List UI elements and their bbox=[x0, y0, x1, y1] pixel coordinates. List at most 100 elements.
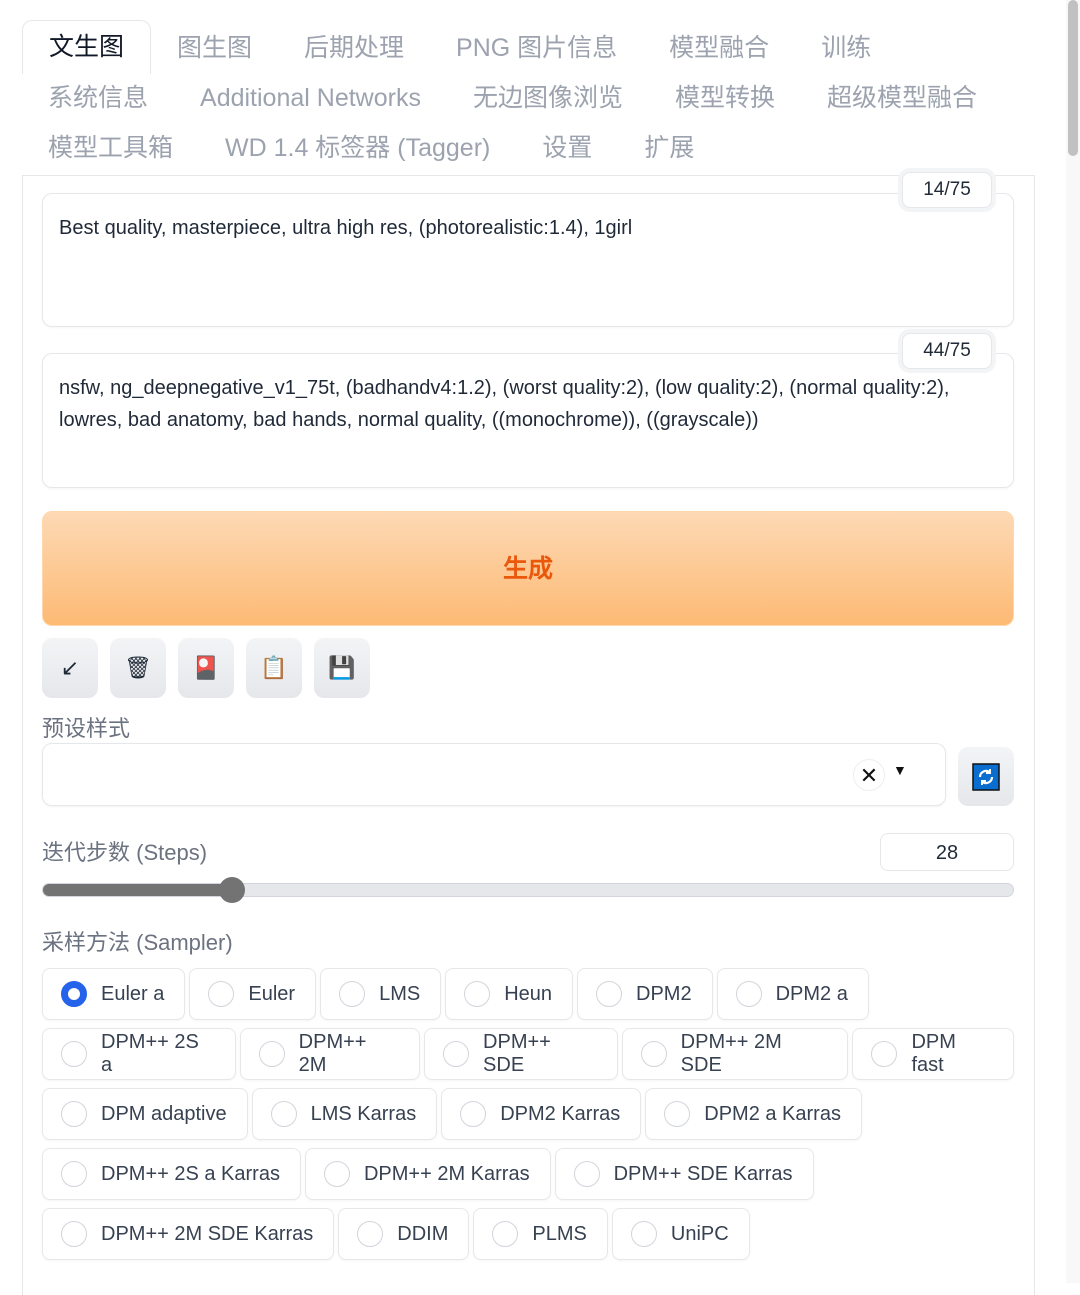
tab-0-1[interactable]: 图生图 bbox=[151, 22, 278, 72]
sampler-option[interactable]: DPM2 bbox=[577, 968, 713, 1020]
sampler-row: DPM adaptive LMS Karras DPM2 Karras DPM2 a … bbox=[42, 1088, 1014, 1140]
save-icon: 💾 bbox=[328, 655, 356, 680]
radio-icon[interactable] bbox=[61, 1041, 87, 1067]
tab-1-1[interactable]: Additional Networks bbox=[174, 72, 447, 122]
radio-icon[interactable] bbox=[460, 1101, 487, 1127]
tab-1-0[interactable]: 系统信息 bbox=[22, 72, 174, 122]
sampler-option[interactable]: DPM++ 2M bbox=[239, 1028, 421, 1080]
clipboard-button[interactable]: 📋 bbox=[246, 638, 302, 698]
radio-icon[interactable] bbox=[258, 1041, 285, 1067]
sampler-row: DPM++ 2M SDE Karras DDIM PLMS UniPC bbox=[42, 1208, 1014, 1260]
sampler-option[interactable]: DPM fast bbox=[852, 1028, 1014, 1080]
radio-icon[interactable] bbox=[573, 1161, 600, 1187]
radio-icon[interactable] bbox=[664, 1101, 691, 1127]
generate-button[interactable]: 生成 bbox=[42, 511, 1014, 626]
tab-1-3[interactable]: 模型转换 bbox=[649, 72, 801, 122]
radio-icon[interactable] bbox=[630, 1221, 657, 1247]
radio-icon[interactable] bbox=[61, 1221, 87, 1247]
tab-2-2[interactable]: 设置 bbox=[516, 122, 618, 172]
sampler-option[interactable]: DPM adaptive bbox=[42, 1088, 248, 1140]
styles-dropdown[interactable]: ✕ ▼ bbox=[42, 743, 946, 806]
steps-number-input[interactable]: 28 bbox=[880, 833, 1014, 871]
radio-icon[interactable] bbox=[871, 1041, 898, 1067]
sampler-option[interactable]: DDIM bbox=[338, 1208, 470, 1260]
red-card-icon: 🎴 bbox=[192, 655, 220, 680]
sampler-option-label: Euler a bbox=[101, 982, 165, 1005]
sampler-option-label: DPM++ 2S a Karras bbox=[101, 1162, 280, 1185]
steps-slider[interactable] bbox=[42, 877, 1014, 903]
sampler-option[interactable]: LMS bbox=[320, 968, 442, 1020]
sampler-option[interactable]: LMS Karras bbox=[251, 1088, 438, 1140]
sampler-option[interactable]: Heun bbox=[445, 968, 574, 1020]
sampler-option[interactable]: DPM++ 2S a Karras bbox=[42, 1148, 301, 1200]
trash-button[interactable]: 🗑 bbox=[110, 638, 166, 698]
sampler-option-label: DPM2 a bbox=[775, 982, 848, 1005]
radio-icon[interactable] bbox=[61, 1161, 87, 1187]
sampler-option-label: LMS bbox=[379, 982, 421, 1005]
sampler-option[interactable]: DPM++ 2S a bbox=[42, 1028, 236, 1080]
steps-slider-fill bbox=[43, 884, 232, 896]
sampler-option-label: DPM++ 2M Karras bbox=[363, 1162, 530, 1185]
radio-icon[interactable] bbox=[270, 1101, 297, 1127]
negative-prompt-input[interactable]: nsfw, ng_deepnegative_v1_75t, (badhandv4… bbox=[42, 353, 1014, 488]
tab-0-2[interactable]: 后期处理 bbox=[278, 22, 430, 72]
radio-icon[interactable] bbox=[339, 981, 366, 1007]
radio-icon[interactable] bbox=[443, 1041, 470, 1067]
trash-icon: 🗑 bbox=[124, 655, 152, 680]
sampler-option[interactable]: DPM++ SDE bbox=[424, 1028, 618, 1080]
tab-row: 文生图 图生图 后期处理 PNG 图片信息 模型融合 训练 bbox=[22, 20, 1032, 74]
sampler-option[interactable]: DPM2 a bbox=[716, 968, 869, 1020]
sampler-option-label: LMS Karras bbox=[310, 1102, 417, 1125]
radio-icon[interactable] bbox=[492, 1221, 519, 1247]
tab-2-3[interactable]: 扩展 bbox=[618, 122, 720, 172]
prompt-input[interactable]: Best quality, masterpiece, ultra high re… bbox=[42, 193, 1014, 327]
sampler-option[interactable]: DPM++ SDE Karras bbox=[554, 1148, 814, 1200]
chevron-down-icon[interactable]: ▼ bbox=[893, 762, 907, 778]
steps-slider-thumb[interactable] bbox=[218, 877, 245, 903]
sampler-option[interactable]: DPM++ 2M Karras bbox=[304, 1148, 551, 1200]
tab-bar: 文生图 图生图 后期处理 PNG 图片信息 模型融合 训练 系统信息 Additional N… bbox=[22, 20, 1032, 172]
refresh-icon bbox=[972, 762, 1000, 791]
sampler-option[interactable]: DPM2 Karras bbox=[441, 1088, 642, 1140]
sampler-option[interactable]: DPM++ 2M SDE Karras bbox=[42, 1208, 335, 1260]
red-card-button[interactable]: 🎴 bbox=[178, 638, 234, 698]
sampler-option[interactable]: DPM++ 2M SDE bbox=[621, 1028, 849, 1080]
radio-icon[interactable] bbox=[596, 981, 623, 1007]
tab-2-0[interactable]: 模型工具箱 bbox=[22, 122, 199, 172]
tab-0-4[interactable]: 模型融合 bbox=[643, 22, 795, 72]
scrollbar-thumb[interactable] bbox=[1068, 0, 1078, 156]
sampler-option[interactable]: DPM2 a Karras bbox=[645, 1088, 862, 1140]
sampler-option[interactable]: Euler a bbox=[42, 968, 186, 1020]
radio-icon[interactable] bbox=[735, 981, 762, 1007]
radio-icon[interactable] bbox=[357, 1221, 384, 1247]
tab-0-0[interactable]: 文生图 bbox=[22, 20, 152, 74]
tab-row: 系统信息 Additional Networks 无边图像浏览 模型转换 超级模型融合 bbox=[22, 72, 1032, 122]
radio-icon[interactable] bbox=[61, 981, 87, 1007]
radio-icon[interactable] bbox=[208, 981, 235, 1007]
scrollbar[interactable] bbox=[1066, 0, 1080, 1283]
radio-icon[interactable] bbox=[640, 1041, 667, 1067]
radio-icon[interactable] bbox=[61, 1101, 87, 1127]
sampler-option-label: DPM2 Karras bbox=[500, 1102, 621, 1125]
styles-label: 预设样式 bbox=[42, 716, 131, 741]
sampler-option[interactable]: UniPC bbox=[611, 1208, 750, 1260]
sampler-option[interactable]: Euler bbox=[189, 968, 317, 1020]
refresh-styles-button[interactable] bbox=[958, 747, 1014, 806]
sampler-option[interactable]: PLMS bbox=[473, 1208, 608, 1260]
tab-2-1[interactable]: WD 1.4 标签器 (Tagger) bbox=[199, 122, 516, 172]
save-button[interactable]: 💾 bbox=[314, 638, 370, 698]
clear-icon[interactable]: ✕ bbox=[853, 759, 885, 791]
prompt-token-counter: 14/75 bbox=[902, 172, 992, 208]
radio-icon[interactable] bbox=[464, 981, 491, 1007]
tab-1-2[interactable]: 无边图像浏览 bbox=[447, 72, 649, 122]
tab-0-5[interactable]: 训练 bbox=[795, 22, 897, 72]
sampler-label: 采样方法 (Sampler) bbox=[42, 930, 233, 955]
steps-label: 迭代步数 (Steps) bbox=[42, 840, 208, 865]
tab-0-3[interactable]: PNG 图片信息 bbox=[430, 22, 643, 72]
arrow-down-left-button[interactable]: ↙ bbox=[42, 638, 98, 698]
sampler-row: DPM++ 2S a Karras DPM++ 2M Karras DPM++ SD… bbox=[42, 1148, 1014, 1200]
radio-icon[interactable] bbox=[323, 1161, 350, 1187]
tab-1-4[interactable]: 超级模型融合 bbox=[801, 72, 1003, 122]
sampler-option-label: DPM2 bbox=[636, 982, 692, 1005]
sampler-option-label: DPM++ 2M SDE Karras bbox=[101, 1222, 314, 1245]
